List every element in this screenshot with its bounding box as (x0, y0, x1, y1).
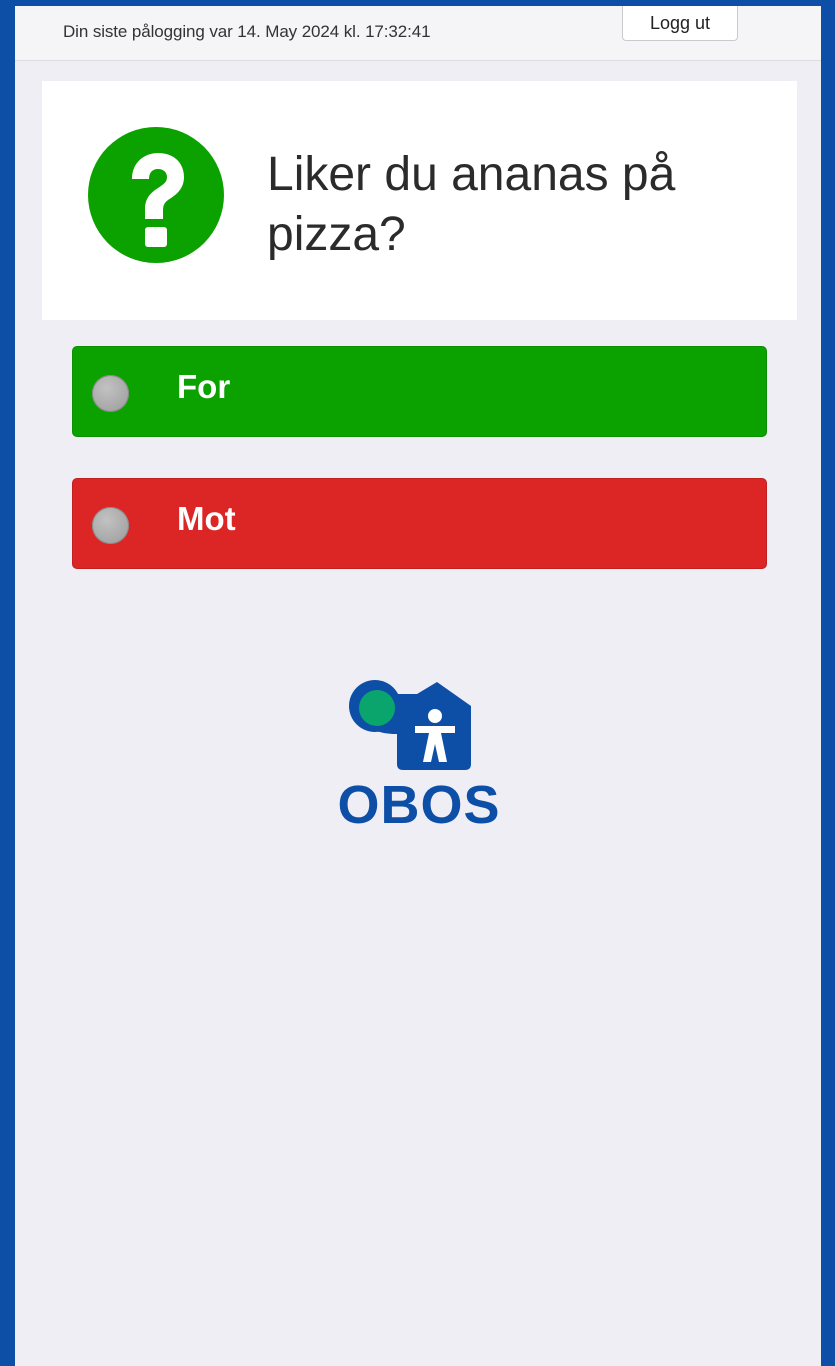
obos-logo: OBOS (329, 676, 509, 836)
obos-logo-text: OBOS (337, 775, 501, 835)
last-login-text: Din siste pålogging var 14. May 2024 kl.… (63, 22, 431, 41)
question-card: Liker du ananas på pizza? (42, 81, 797, 320)
app-frame: Din siste pålogging var 14. May 2024 kl.… (15, 6, 821, 1366)
option-mot-radio[interactable] (92, 507, 129, 544)
option-for-button[interactable]: For (72, 346, 767, 437)
logout-button[interactable]: Logg ut (622, 6, 738, 41)
question-text: Liker du ananas på pizza? (267, 148, 676, 261)
option-mot-label: Mot (177, 500, 236, 537)
obos-house-person-icon (349, 680, 471, 770)
question-mark-icon (88, 127, 224, 263)
option-for-radio[interactable] (92, 375, 129, 412)
top-bar: Din siste pålogging var 14. May 2024 kl.… (15, 6, 821, 61)
option-for-label: For (177, 368, 231, 405)
option-mot-button[interactable]: Mot (72, 478, 767, 569)
